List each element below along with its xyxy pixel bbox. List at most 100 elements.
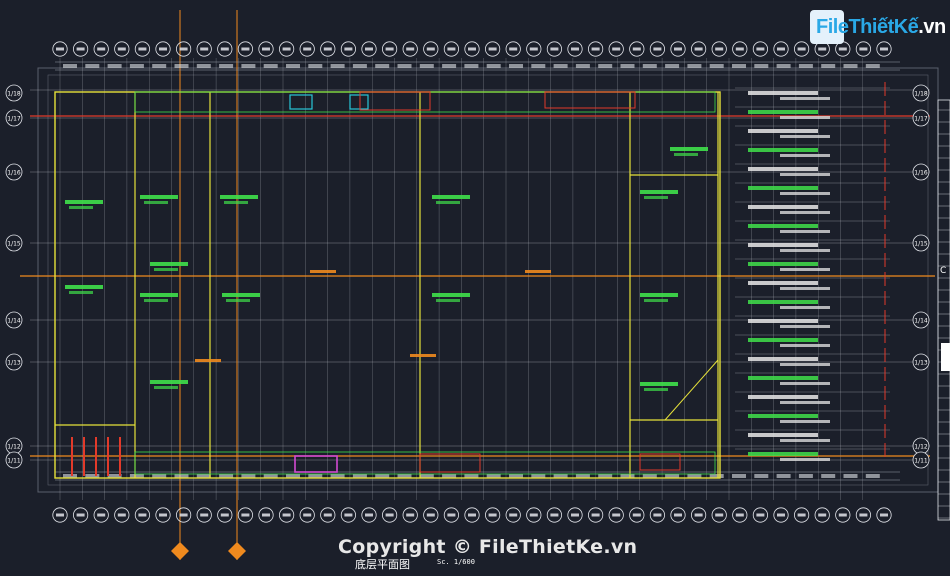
row-bubble-label: 1/18 — [7, 90, 21, 97]
grid-bubble-label — [56, 47, 64, 51]
watermark-logo[interactable]: FileThiếtKế.vn — [810, 10, 950, 44]
dimension-text — [754, 64, 769, 68]
grid-bubble-label — [159, 47, 167, 51]
annotation-text — [748, 281, 818, 285]
dimension-text — [397, 64, 412, 68]
grid-bubble-label — [97, 47, 106, 51]
dimension-text — [776, 64, 791, 68]
dimension-text — [352, 64, 367, 68]
grid-bubble-label — [509, 513, 518, 517]
dimension-text — [843, 474, 858, 478]
annotation-text — [748, 167, 818, 171]
annotation-text — [748, 357, 818, 361]
room-label — [140, 195, 178, 199]
annotation-text — [748, 91, 818, 95]
grid-bubble-label — [612, 513, 621, 517]
annotation-text — [748, 395, 818, 399]
grid-bubble-label — [715, 513, 724, 517]
grid-bubble-label — [385, 513, 394, 517]
grid-bubble-label — [468, 513, 476, 517]
grid-bubble-label — [818, 513, 827, 517]
dimension-text — [375, 64, 390, 68]
room-label — [436, 201, 460, 204]
annotation-text — [748, 319, 818, 323]
grid-bubble-label — [735, 47, 744, 51]
grid-bubble-label — [323, 47, 332, 51]
grid-bubble-label — [344, 47, 353, 51]
grid-bubble-label — [76, 47, 85, 51]
grid-bubble-label — [447, 47, 456, 51]
cad-drawing-canvas[interactable]: 1/18 1/18 1/17 1/17 1/16 1/16 1/15 1/15 1/14 1/14… — [0, 0, 950, 576]
dimension-text — [152, 64, 167, 68]
annotation-text — [748, 205, 818, 209]
room-label — [432, 195, 470, 199]
room-label — [69, 291, 93, 294]
annotation-text — [780, 439, 830, 442]
dimension-text — [486, 64, 501, 68]
grid-bubble-label — [632, 47, 641, 51]
room-label — [640, 382, 678, 386]
annotation-text — [748, 148, 818, 152]
dimension-text — [575, 64, 590, 68]
dimension-text — [865, 64, 880, 68]
grid-bubble-label — [282, 47, 291, 51]
room-label — [140, 293, 178, 297]
dimension-text — [821, 64, 836, 68]
row-bubble-label: 1/11 — [914, 457, 928, 464]
grid-bubble-label — [488, 513, 497, 517]
annotation-text — [780, 192, 830, 195]
room-label — [226, 299, 250, 302]
row-bubble-label: 1/17 — [914, 115, 928, 122]
room-label — [644, 388, 668, 391]
room-label — [644, 196, 668, 199]
row-bubble-label: 1/13 — [7, 359, 21, 366]
grid-bubble-label — [262, 47, 270, 51]
room-label — [65, 285, 103, 289]
dimension-text — [286, 64, 300, 68]
annotation-text — [780, 344, 830, 347]
grid-bubble-label — [241, 47, 250, 51]
room-label — [436, 299, 460, 302]
axis-label — [525, 270, 551, 273]
row-bubble-label: 1/14 — [914, 317, 928, 324]
dimension-text — [196, 64, 211, 68]
grid-bubble-label — [200, 513, 209, 517]
grid-bubble-label — [179, 513, 188, 517]
annotation-text — [748, 376, 818, 380]
service-strip-top — [134, 91, 716, 113]
dimension-text — [776, 474, 791, 478]
annotation-text — [780, 97, 830, 100]
grid-bubble-label — [756, 513, 765, 517]
section-marker — [228, 542, 246, 560]
grid-bubble-label — [632, 513, 641, 517]
grid-bubble-label — [777, 47, 785, 51]
dimension-text — [553, 64, 568, 68]
grid-bubble-label — [591, 47, 600, 51]
grid-bubble-label — [777, 513, 785, 517]
annotation-text — [780, 249, 830, 252]
annotation-text — [780, 173, 830, 176]
row-bubble-label: 1/12 — [914, 443, 928, 450]
dimension-text — [464, 64, 479, 68]
grid-bubble-label — [838, 47, 847, 51]
annotation-text — [748, 452, 818, 456]
room-cyan — [289, 94, 313, 110]
section-marker — [171, 542, 189, 560]
dimension-text — [308, 64, 323, 68]
grid-bubble-label — [674, 47, 682, 51]
dimension-text — [687, 64, 702, 68]
dimension-text — [419, 64, 434, 68]
dimension-text — [642, 64, 657, 68]
annotation-text — [748, 129, 818, 133]
annotation-text — [780, 382, 830, 385]
annotation-text — [780, 116, 830, 119]
grid-bubble-label — [612, 47, 621, 51]
dimension-text — [442, 64, 457, 68]
room-label — [640, 293, 678, 297]
grid-bubble-label — [529, 47, 538, 51]
grid-bubble-label — [674, 513, 682, 517]
annotation-text — [748, 300, 818, 304]
room-label — [154, 386, 178, 389]
stair-magenta — [294, 455, 338, 473]
row-bubble-label: 1/11 — [7, 457, 21, 464]
